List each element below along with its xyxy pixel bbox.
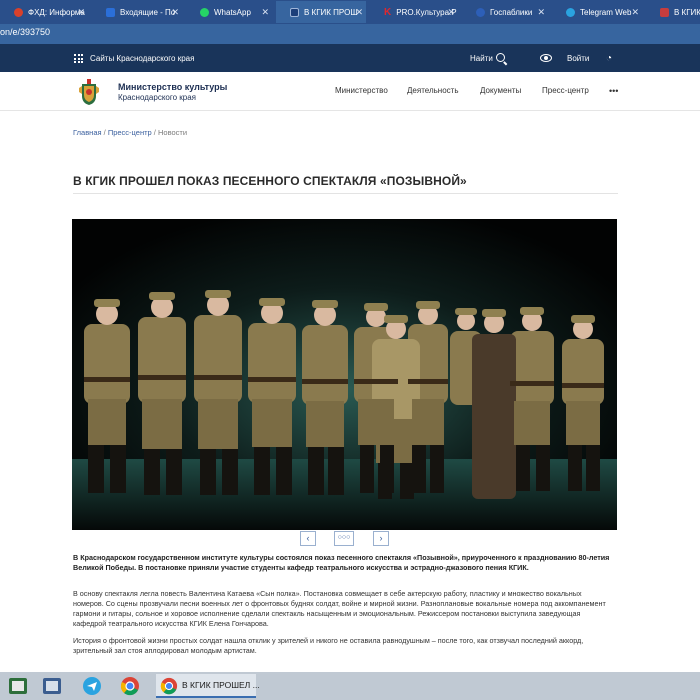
tab-label: ФХД: Информа [28, 7, 85, 17]
breadcrumb-current: Новости [157, 128, 188, 137]
breadcrumb: Главная / Пресс-центр / Новости [73, 128, 187, 137]
ministry-title: Министерство культуры [118, 82, 228, 92]
browser-tab[interactable]: ФХД: Информа ✕ [0, 1, 88, 23]
article-paragraph: В основу спектакля легла повесть Валенти… [73, 589, 606, 628]
browser-tab-strip: ФХД: Информа ✕ Входящие - По ✕ WhatsApp … [0, 0, 700, 24]
tab-label: Госпаблики [490, 7, 533, 17]
accessibility-eye-icon[interactable] [540, 54, 552, 62]
stage-photo-image [72, 219, 617, 530]
browser-tab[interactable]: K PRO.Культура.Р ✕ [370, 1, 458, 23]
ministry-name[interactable]: Министерство культуры Краснодарского кра… [118, 82, 227, 102]
telegram-icon [566, 7, 575, 17]
close-tab-icon[interactable]: ✕ [537, 7, 545, 17]
app-icon[interactable] [8, 676, 28, 696]
close-tab-icon[interactable]: ✕ [355, 7, 363, 17]
breadcrumb-separator: / [153, 128, 156, 137]
grid-icon[interactable] [74, 54, 83, 63]
search-button[interactable]: Найти [470, 54, 493, 63]
k-logo-icon: K [384, 6, 392, 18]
telegram-icon[interactable] [82, 676, 102, 696]
nav-ministry[interactable]: Министерство [335, 86, 388, 95]
login-button[interactable]: Войти [567, 54, 589, 63]
article-paragraph: История о фронтовой жизни простых солдат… [73, 636, 584, 655]
article-photo[interactable] [72, 219, 617, 530]
nav-press-center[interactable]: Пресс-центр [542, 86, 589, 95]
page-title: В КГИК ПРОШЕЛ ПОКАЗ ПЕСЕННОГО СПЕКТАКЛЯ … [73, 174, 467, 188]
address-bar[interactable]: on/e/393750 [0, 24, 700, 44]
mail-icon [106, 7, 115, 17]
tab-label: В КГИК пр [674, 7, 700, 17]
tab-label: Входящие - По [120, 7, 176, 17]
gallery-next-button[interactable]: › [373, 531, 389, 546]
browser-tab-active[interactable]: В КГИК ПРОШ ✕ [276, 1, 366, 23]
close-tab-icon[interactable]: ✕ [77, 7, 85, 17]
tab-label: В КГИК ПРОШ [304, 7, 358, 17]
browser-tab[interactable]: WhatsApp ✕ [186, 1, 272, 23]
gallery-prev-button[interactable]: ‹ [300, 531, 316, 546]
regional-sites-link[interactable]: Сайты Краснодарского края [90, 54, 194, 63]
breadcrumb-separator: / [103, 128, 106, 137]
search-icon[interactable] [496, 53, 505, 62]
url-text[interactable]: on/e/393750 [0, 27, 50, 37]
favicon-icon [476, 7, 485, 17]
close-tab-icon[interactable]: ✕ [631, 7, 639, 17]
browser-tab[interactable]: Telegram Web ✕ [552, 1, 642, 23]
close-tab-icon[interactable]: ✕ [447, 7, 455, 17]
site-header: Министерство культуры Краснодарского кра… [0, 72, 700, 111]
ministry-subtitle: Краснодарского края [118, 93, 196, 102]
chrome-icon [160, 677, 178, 695]
browser-tab[interactable]: Входящие - По ✕ [92, 1, 182, 23]
divider [73, 193, 618, 194]
chrome-icon[interactable] [120, 676, 140, 696]
more-menu-icon[interactable]: ••• [609, 86, 618, 96]
nav-activity[interactable]: Деятельность [407, 86, 459, 95]
browser-tab[interactable]: В КГИК пр [646, 1, 700, 23]
gallery-pager[interactable]: ○○○ [334, 531, 354, 546]
breadcrumb-home[interactable]: Главная [73, 128, 102, 137]
taskbar-window-label: В КГИК ПРОШЕЛ ... [182, 680, 260, 690]
article-lead: В Краснодарском государственном институт… [73, 553, 610, 572]
close-tab-icon[interactable]: ✕ [261, 7, 269, 17]
favicon-icon [660, 7, 669, 17]
site-top-bar: Сайты Краснодарского края Найти Войти ◔ [0, 44, 700, 72]
site-favicon-icon [290, 7, 299, 17]
close-tab-icon[interactable]: ✕ [171, 7, 179, 17]
tab-label: Telegram Web [580, 7, 632, 17]
tab-label: WhatsApp [214, 7, 251, 17]
favicon-icon [14, 7, 23, 17]
app-icon[interactable] [42, 676, 62, 696]
browser-tab[interactable]: Госпаблики ✕ [462, 1, 548, 23]
nav-documents[interactable]: Документы [480, 86, 521, 95]
breadcrumb-press-center[interactable]: Пресс-центр [108, 128, 152, 137]
coat-of-arms-icon[interactable] [78, 78, 100, 106]
rss-icon[interactable]: ◔ [606, 54, 612, 64]
os-taskbar: В КГИК ПРОШЕЛ ... [0, 672, 700, 700]
whatsapp-icon [200, 7, 209, 17]
